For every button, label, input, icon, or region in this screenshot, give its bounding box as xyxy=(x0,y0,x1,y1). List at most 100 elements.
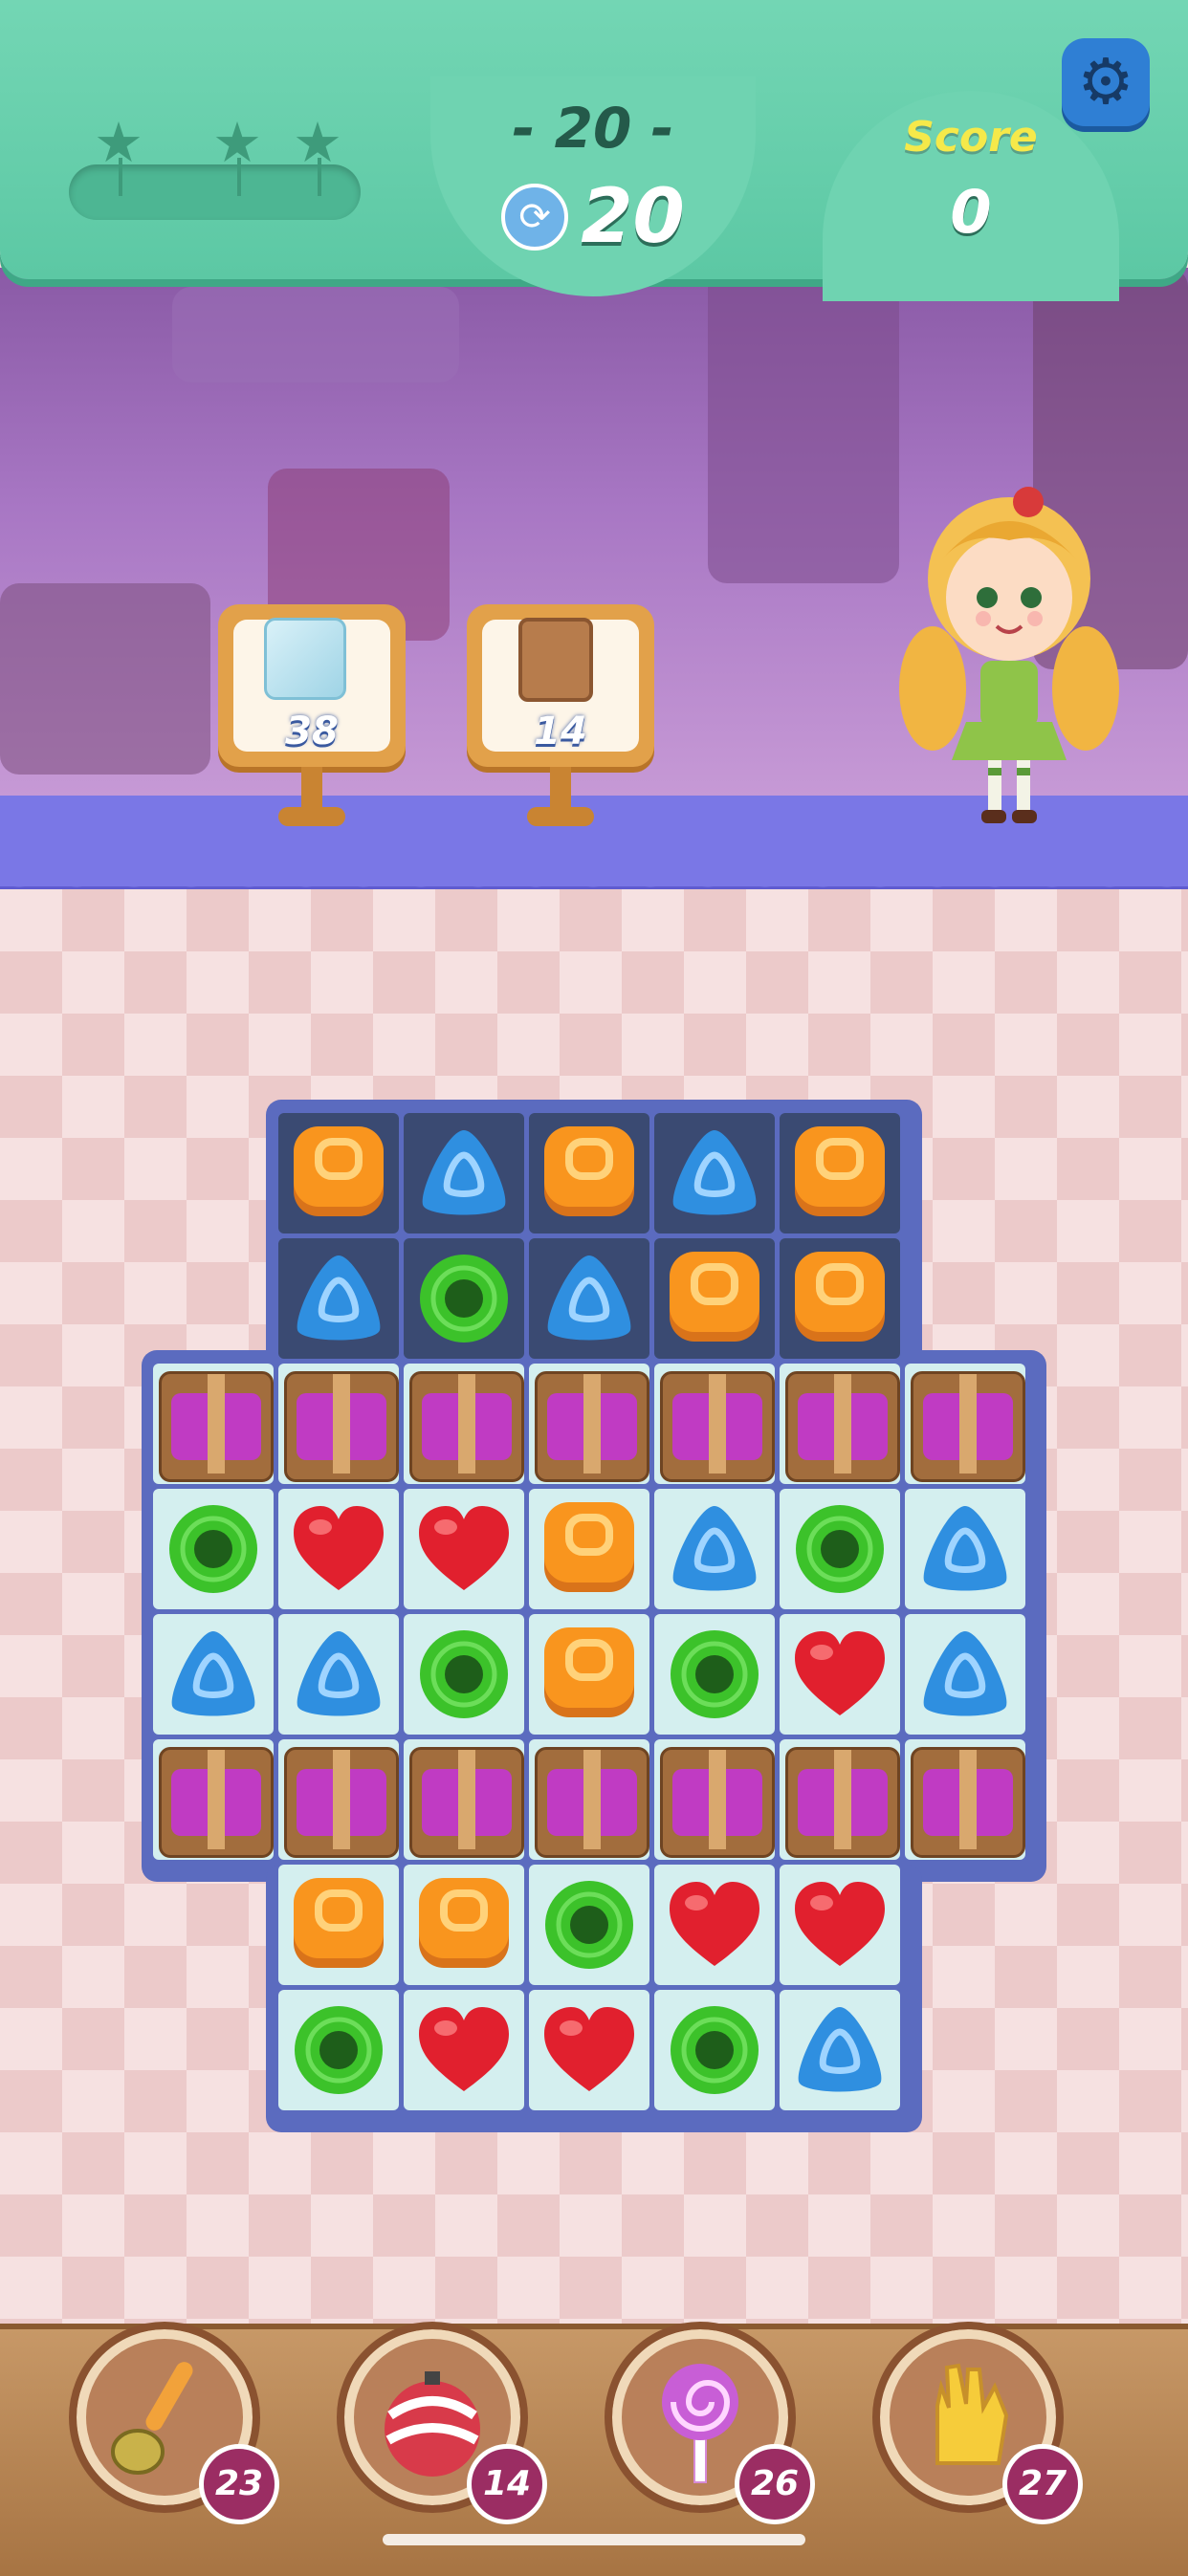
wooden-crate-icon xyxy=(409,1371,524,1482)
board-cell[interactable] xyxy=(654,1489,775,1609)
board-cell[interactable] xyxy=(278,1364,399,1484)
blue-candy-icon xyxy=(297,1631,381,1716)
star-2-icon: ★ xyxy=(212,110,262,175)
board-cell[interactable] xyxy=(278,1990,399,2110)
moves-refresh-icon: ⟳ xyxy=(501,184,569,251)
board-cell[interactable] xyxy=(278,1614,399,1735)
board-cell[interactable] xyxy=(153,1614,274,1735)
green-candy-icon xyxy=(796,1505,884,1593)
board-cell[interactable] xyxy=(654,1364,775,1484)
board-cell[interactable] xyxy=(780,1614,900,1735)
board-cell[interactable] xyxy=(780,1865,900,1985)
blue-candy-icon xyxy=(422,1130,506,1215)
green-candy-icon xyxy=(545,1881,633,1969)
board-cell[interactable] xyxy=(654,1739,775,1860)
orange-candy-icon xyxy=(795,1126,885,1216)
board-cell[interactable] xyxy=(404,1489,524,1609)
wooden-crate-icon xyxy=(785,1371,900,1482)
board-cell[interactable] xyxy=(529,1739,649,1860)
orange-candy-icon xyxy=(294,1126,384,1216)
green-candy-icon xyxy=(420,1630,508,1718)
board-cell[interactable] xyxy=(153,1739,274,1860)
red-candy-icon xyxy=(419,2007,509,2091)
green-candy-icon xyxy=(671,2006,759,2094)
board-cell[interactable] xyxy=(780,1364,900,1484)
board-cell[interactable] xyxy=(529,1865,649,1985)
board-cell[interactable] xyxy=(905,1739,1025,1860)
red-candy-icon xyxy=(544,2007,634,2091)
blue-candy-icon xyxy=(547,1255,631,1341)
board-cell[interactable] xyxy=(529,1238,649,1359)
settings-button[interactable]: ⚙ xyxy=(1062,38,1150,126)
board-cell[interactable] xyxy=(780,1238,900,1359)
board-cell[interactable] xyxy=(153,1364,274,1484)
board-cell[interactable] xyxy=(404,1614,524,1735)
wooden-crate-icon xyxy=(159,1747,274,1858)
wooden-crate-icon xyxy=(785,1747,900,1858)
board-cell[interactable] xyxy=(654,1865,775,1985)
blue-candy-icon xyxy=(923,1506,1007,1591)
board-cell[interactable] xyxy=(404,1865,524,1985)
red-candy-icon xyxy=(795,1882,885,1966)
red-candy-icon xyxy=(670,1882,759,1966)
board-cell[interactable] xyxy=(404,1364,524,1484)
girl-character xyxy=(899,487,1119,823)
green-candy-icon xyxy=(671,1630,759,1718)
board-cell[interactable] xyxy=(404,1113,524,1233)
orange-candy-icon xyxy=(670,1252,759,1342)
board-cell[interactable] xyxy=(404,1739,524,1860)
board-cell[interactable] xyxy=(905,1489,1025,1609)
booster-count-badge: 23 xyxy=(199,2444,279,2524)
board-cell[interactable] xyxy=(780,1739,900,1860)
board-cell[interactable] xyxy=(529,1364,649,1484)
booster-count-badge: 14 xyxy=(467,2444,547,2524)
booster-count-badge: 27 xyxy=(1002,2444,1083,2524)
score-value: 0 xyxy=(950,177,992,247)
orange-candy-icon xyxy=(544,1502,634,1592)
board-cell[interactable] xyxy=(780,1990,900,2110)
orange-candy-icon xyxy=(544,1627,634,1717)
goal-count: 14 xyxy=(534,709,587,753)
blue-candy-icon xyxy=(297,1255,381,1341)
board-cell[interactable] xyxy=(278,1739,399,1860)
booster-count-badge: 26 xyxy=(735,2444,815,2524)
orange-candy-icon xyxy=(795,1252,885,1342)
level-label: - 20 - xyxy=(512,96,674,161)
moves-counter: ⟳ 20 xyxy=(430,174,756,260)
red-candy-icon xyxy=(294,1506,384,1590)
goal-sign-crate: 14 xyxy=(467,604,654,834)
board-cell[interactable] xyxy=(905,1614,1025,1735)
board-cell[interactable] xyxy=(780,1489,900,1609)
board-cell[interactable] xyxy=(278,1113,399,1233)
board-cell[interactable] xyxy=(654,1113,775,1233)
green-candy-icon xyxy=(420,1255,508,1343)
wooden-crate-icon xyxy=(518,618,593,702)
goal-count: 38 xyxy=(285,709,339,753)
board-cell[interactable] xyxy=(278,1238,399,1359)
board-cell[interactable] xyxy=(404,1990,524,2110)
green-candy-icon xyxy=(295,2006,383,2094)
board-cell[interactable] xyxy=(278,1489,399,1609)
red-candy-icon xyxy=(795,1631,885,1715)
board-cell[interactable] xyxy=(529,1990,649,2110)
board-cell[interactable] xyxy=(780,1113,900,1233)
board-cell[interactable] xyxy=(654,1614,775,1735)
board-cell[interactable] xyxy=(529,1113,649,1233)
wooden-crate-icon xyxy=(284,1371,399,1482)
blue-candy-icon xyxy=(798,2007,882,2092)
board-cell[interactable] xyxy=(654,1990,775,2110)
blue-candy-icon xyxy=(171,1631,255,1716)
board-cell[interactable] xyxy=(654,1238,775,1359)
board-cell[interactable] xyxy=(529,1614,649,1735)
moves-left: 20 xyxy=(581,174,685,260)
board-cell[interactable] xyxy=(529,1489,649,1609)
wooden-crate-icon xyxy=(535,1371,649,1482)
board-cell[interactable] xyxy=(905,1364,1025,1484)
red-candy-icon xyxy=(419,1506,509,1590)
board-cell[interactable] xyxy=(404,1238,524,1359)
orange-candy-icon xyxy=(419,1878,509,1968)
board-cell[interactable] xyxy=(153,1489,274,1609)
board-cell[interactable] xyxy=(278,1865,399,1985)
star-1-icon: ★ xyxy=(94,110,143,175)
wooden-crate-icon xyxy=(159,1371,274,1482)
